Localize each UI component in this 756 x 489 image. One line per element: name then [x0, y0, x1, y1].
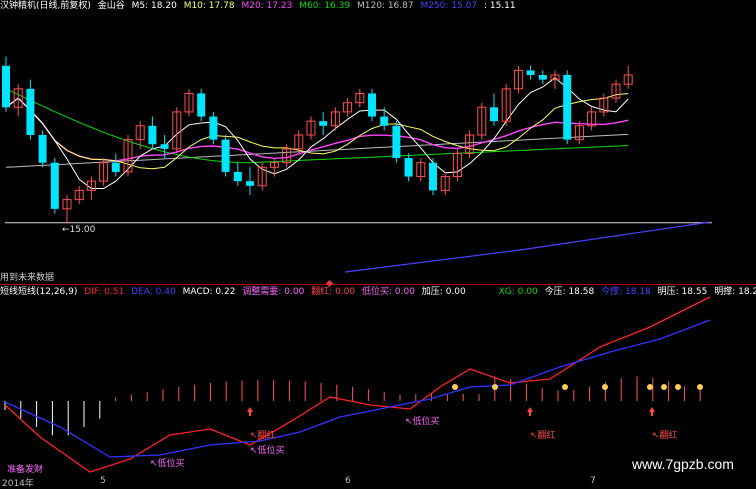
ma250-line	[344, 221, 711, 273]
signal-fanhong-2: ↖翻红	[530, 431, 556, 441]
signal-fanhong-3: ↖翻红	[652, 431, 678, 441]
candle-body-down	[368, 93, 376, 117]
x-tick-1: 2014年	[2, 479, 34, 489]
signal-diwei-3: ↖低位买	[405, 417, 440, 427]
candle-body-down	[38, 135, 47, 163]
candle-body-down	[429, 162, 437, 191]
signal-fanhong-1: ↖翻红	[250, 431, 276, 441]
signal-dot	[492, 384, 498, 390]
fanhong-arrow	[527, 407, 533, 416]
candle-body-down	[111, 162, 120, 172]
x-tick-4: 7	[590, 476, 596, 486]
signal-diwei-1: ↖低位买	[150, 459, 185, 469]
candle-body-down	[526, 70, 535, 75]
signal-dot	[661, 384, 667, 390]
candle-body-down	[319, 121, 328, 126]
low-price-marker: ←15.00	[62, 225, 96, 235]
candle-body-down	[221, 139, 230, 172]
candle-body-down	[392, 125, 401, 159]
signal-dot	[602, 384, 608, 390]
signal-diwei-2: ↖低位买	[250, 446, 285, 456]
signal-sell: 准备发财	[7, 465, 44, 475]
x-tick-2: 5	[100, 476, 106, 486]
candle-body-down	[233, 171, 242, 182]
candle-body-down	[26, 88, 35, 135]
signal-dot	[675, 384, 681, 390]
panel-divider	[0, 284, 756, 285]
candle-body-down	[246, 181, 254, 186]
candle-body-down	[148, 125, 157, 145]
candle-body-down	[563, 75, 572, 140]
signal-dot	[647, 384, 653, 390]
candle-body-down	[197, 93, 206, 117]
candle-body-down	[490, 107, 498, 122]
candle-body-down	[209, 116, 218, 140]
candle-body-down	[538, 75, 547, 80]
candle-body-down	[160, 144, 169, 149]
ma20-line	[5, 97, 629, 162]
fanhong-arrow	[247, 407, 253, 416]
price-chart[interactable]	[0, 0, 756, 285]
candle-body-down	[2, 65, 10, 108]
signal-dot	[562, 384, 568, 390]
watermark: www.7gpzb.com	[632, 456, 734, 472]
fanhong-arrow	[649, 407, 655, 416]
x-tick-3: 6	[345, 476, 351, 486]
candle-body-down	[404, 158, 413, 177]
candle-body-down	[380, 116, 389, 126]
signal-dot	[452, 384, 458, 390]
candle-body-down	[50, 162, 59, 209]
future-data-note: 用到未来数据	[0, 273, 55, 283]
signal-dot	[697, 384, 703, 390]
